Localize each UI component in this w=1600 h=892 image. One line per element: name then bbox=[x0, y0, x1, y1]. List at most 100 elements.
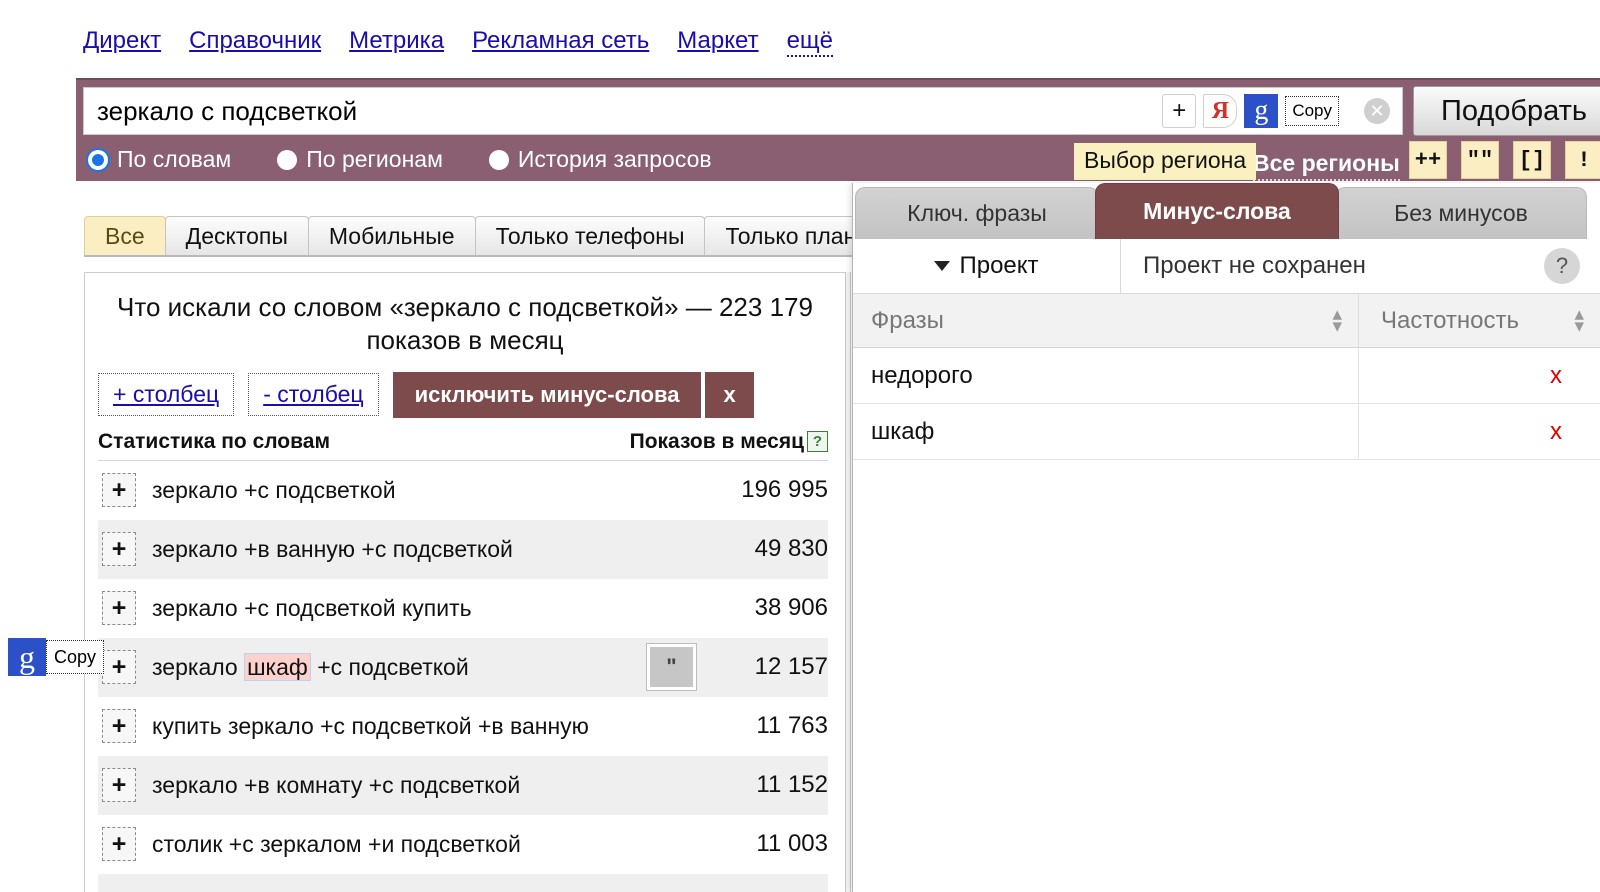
results-card: Что искали со словом «зеркало с подсветк… bbox=[84, 272, 846, 892]
help-icon[interactable]: ? bbox=[807, 431, 828, 453]
add-phrase-icon[interactable]: + bbox=[102, 768, 136, 803]
panel-column-headers: Фразы ▴ ▾ Частотность ▴ ▾ bbox=[853, 294, 1600, 348]
sort-icon[interactable]: ▴ ▾ bbox=[1574, 305, 1584, 335]
remove-minus-word-button[interactable]: x bbox=[1359, 348, 1600, 403]
column-header-impressions-wrap: Показов в месяц ? bbox=[630, 430, 828, 454]
results-table-header: Статистика по словам Показов в месяц ? bbox=[98, 430, 828, 461]
search-field-icons: + Я g Copy ✕ bbox=[1162, 94, 1402, 128]
nav-link-metrika[interactable]: Метрика bbox=[349, 27, 444, 55]
project-row: Проект Проект не сохранен ? bbox=[853, 239, 1600, 294]
copy-button[interactable]: Copy bbox=[1285, 96, 1339, 126]
operator-brackets-button[interactable]: [] bbox=[1513, 141, 1551, 179]
add-phrase-icon[interactable]: + bbox=[102, 473, 136, 508]
remove-column-button[interactable]: - столбец bbox=[248, 373, 379, 417]
submit-button[interactable]: Подобрать bbox=[1413, 86, 1600, 136]
row-phrase: зеркало +с подсветкой купить bbox=[152, 594, 472, 621]
column-header-impressions: Показов в месяц bbox=[629, 429, 804, 453]
project-status: Проект не сохранен bbox=[1143, 252, 1366, 279]
row-phrase: зеркало +в комнату +с подсветкой bbox=[152, 771, 521, 798]
remove-minus-word-button[interactable]: x bbox=[1359, 404, 1600, 459]
chevron-down-icon bbox=[934, 261, 951, 271]
operator-exclamation-button[interactable]: ! bbox=[1565, 141, 1600, 179]
page-scroll-gutter[interactable] bbox=[845, 272, 851, 892]
row-impressions: 11 003 bbox=[756, 830, 828, 858]
table-row[interactable]: + купить зеркало +с подсветкой +в ванную… bbox=[98, 697, 828, 756]
column-header-phrases: Статистика по словам bbox=[98, 429, 330, 453]
list-item[interactable]: недорого x bbox=[853, 348, 1600, 404]
tab-vse[interactable]: Все bbox=[84, 216, 166, 255]
google-icon[interactable]: g bbox=[1244, 94, 1279, 128]
exclude-close-button[interactable]: x bbox=[705, 371, 754, 418]
column-header-phrases: Фразы bbox=[871, 306, 944, 334]
tab-mobilnye[interactable]: Мобильные bbox=[307, 216, 476, 255]
column-header-frequency-wrap[interactable]: Частотность ▴ ▾ bbox=[1359, 294, 1600, 347]
row-impressions: 11 763 bbox=[756, 712, 828, 740]
region-tooltip: Выбор региона bbox=[1074, 143, 1257, 180]
row-impressions: 12 157 bbox=[754, 653, 828, 681]
tab-without-minus[interactable]: Без минусов bbox=[1335, 187, 1587, 239]
operator-quotes-button[interactable]: "" bbox=[1461, 141, 1499, 179]
google-icon[interactable]: g bbox=[8, 638, 46, 676]
row-phrase: купить зеркало +с подсветкой +в ванную bbox=[152, 712, 589, 739]
table-row-partial[interactable] bbox=[98, 873, 828, 892]
tab-minus-words[interactable]: Минус-слова bbox=[1095, 183, 1339, 239]
radio-istoriya-zaprosov[interactable]: История запросов bbox=[488, 146, 712, 173]
row-impressions: 196 995 bbox=[741, 476, 828, 504]
list-item[interactable]: шкаф x bbox=[853, 404, 1600, 460]
tab-desktopy[interactable]: Десктопы bbox=[164, 216, 309, 255]
operator-plusplus-button[interactable]: ++ bbox=[1409, 141, 1447, 179]
radio-po-regionam[interactable]: По регионам bbox=[277, 146, 443, 173]
add-column-label: + столбец bbox=[113, 381, 220, 408]
table-row[interactable]: + зеркало +с подсветкой купить 38 906 bbox=[98, 579, 828, 638]
project-label: Проект bbox=[959, 252, 1039, 279]
copy-button[interactable]: Copy bbox=[46, 640, 105, 674]
radio-label: История запросов bbox=[517, 146, 712, 172]
page-root: Директ Справочник Метрика Рекламная сеть… bbox=[0, 0, 1600, 892]
help-icon[interactable]: ? bbox=[1544, 248, 1580, 284]
tab-keyword-phrases[interactable]: Ключ. фразы bbox=[855, 187, 1099, 239]
nav-link-market[interactable]: Маркет bbox=[677, 27, 758, 55]
table-row[interactable]: + зеркало +в комнату +с подсветкой 11 15… bbox=[98, 755, 828, 815]
search-input[interactable]: зеркало с подсветкой bbox=[84, 96, 1162, 127]
minus-words-panel: Ключ. фразы Минус-слова Без минусов Прое… bbox=[852, 183, 1600, 892]
radio-po-slovam[interactable]: По словам bbox=[88, 146, 231, 173]
radio-icon bbox=[488, 149, 509, 170]
search-mode-group: По словам По регионам История запросов bbox=[88, 146, 712, 173]
add-phrase-icon[interactable]: + bbox=[102, 532, 136, 567]
quote-phrase-button[interactable]: " bbox=[647, 644, 696, 691]
add-phrase-icon[interactable]: + bbox=[102, 650, 136, 685]
region-selector[interactable]: Все регионы bbox=[1253, 150, 1400, 181]
search-field-wrapper[interactable]: зеркало с подсветкой + Я g Copy ✕ bbox=[83, 87, 1403, 135]
table-row[interactable]: + столик +с зеркалом +и подсветкой 11 00… bbox=[98, 815, 828, 874]
nav-link-direct[interactable]: Директ bbox=[83, 27, 161, 55]
column-header-frequency: Частотность bbox=[1381, 306, 1519, 334]
sort-icon[interactable]: ▴ ▾ bbox=[1332, 305, 1342, 335]
add-column-button[interactable]: + столбец bbox=[98, 373, 235, 417]
add-phrase-icon[interactable]: + bbox=[102, 827, 136, 862]
add-phrase-icon[interactable]: + bbox=[102, 709, 136, 744]
row-impressions: 49 830 bbox=[754, 535, 828, 563]
add-phrase-icon[interactable]: + bbox=[102, 591, 136, 626]
radio-icon bbox=[277, 149, 298, 170]
table-row[interactable]: + зеркало +с подсветкой 196 995 bbox=[98, 461, 828, 520]
exclude-minus-words-button[interactable]: исключить минус-слова bbox=[392, 371, 702, 418]
table-row[interactable]: + зеркало +в ванную +с подсветкой 49 830 bbox=[98, 519, 828, 579]
yandex-icon[interactable]: Я bbox=[1203, 94, 1238, 128]
phrase-highlight: шкаф bbox=[244, 652, 311, 681]
radio-icon-selected bbox=[88, 149, 108, 170]
column-header-phrases-wrap[interactable]: Фразы ▴ ▾ bbox=[853, 294, 1359, 347]
nav-link-more[interactable]: ещё bbox=[786, 27, 834, 57]
table-row-highlighted[interactable]: + зеркало шкаф +с подсветкой " 12 157 bbox=[98, 637, 828, 697]
minus-word-phrase: шкаф bbox=[853, 404, 1359, 459]
clear-icon[interactable]: ✕ bbox=[1364, 98, 1390, 124]
add-icon[interactable]: + bbox=[1162, 94, 1197, 128]
nav-link-reklamnaya-set[interactable]: Рекламная сеть bbox=[472, 27, 649, 55]
minus-word-phrase: недорого bbox=[853, 348, 1359, 403]
row-impressions: 11 152 bbox=[756, 771, 828, 799]
nav-link-spravochnik[interactable]: Справочник bbox=[189, 27, 321, 55]
tab-tolko-telefony[interactable]: Только телефоны bbox=[474, 216, 706, 255]
row-impressions: 38 906 bbox=[754, 594, 828, 622]
service-nav: Директ Справочник Метрика Рекламная сеть… bbox=[83, 27, 834, 57]
project-dropdown[interactable]: Проект bbox=[853, 239, 1121, 293]
column-actions: + столбец - столбец исключить минус-слов… bbox=[98, 371, 845, 418]
